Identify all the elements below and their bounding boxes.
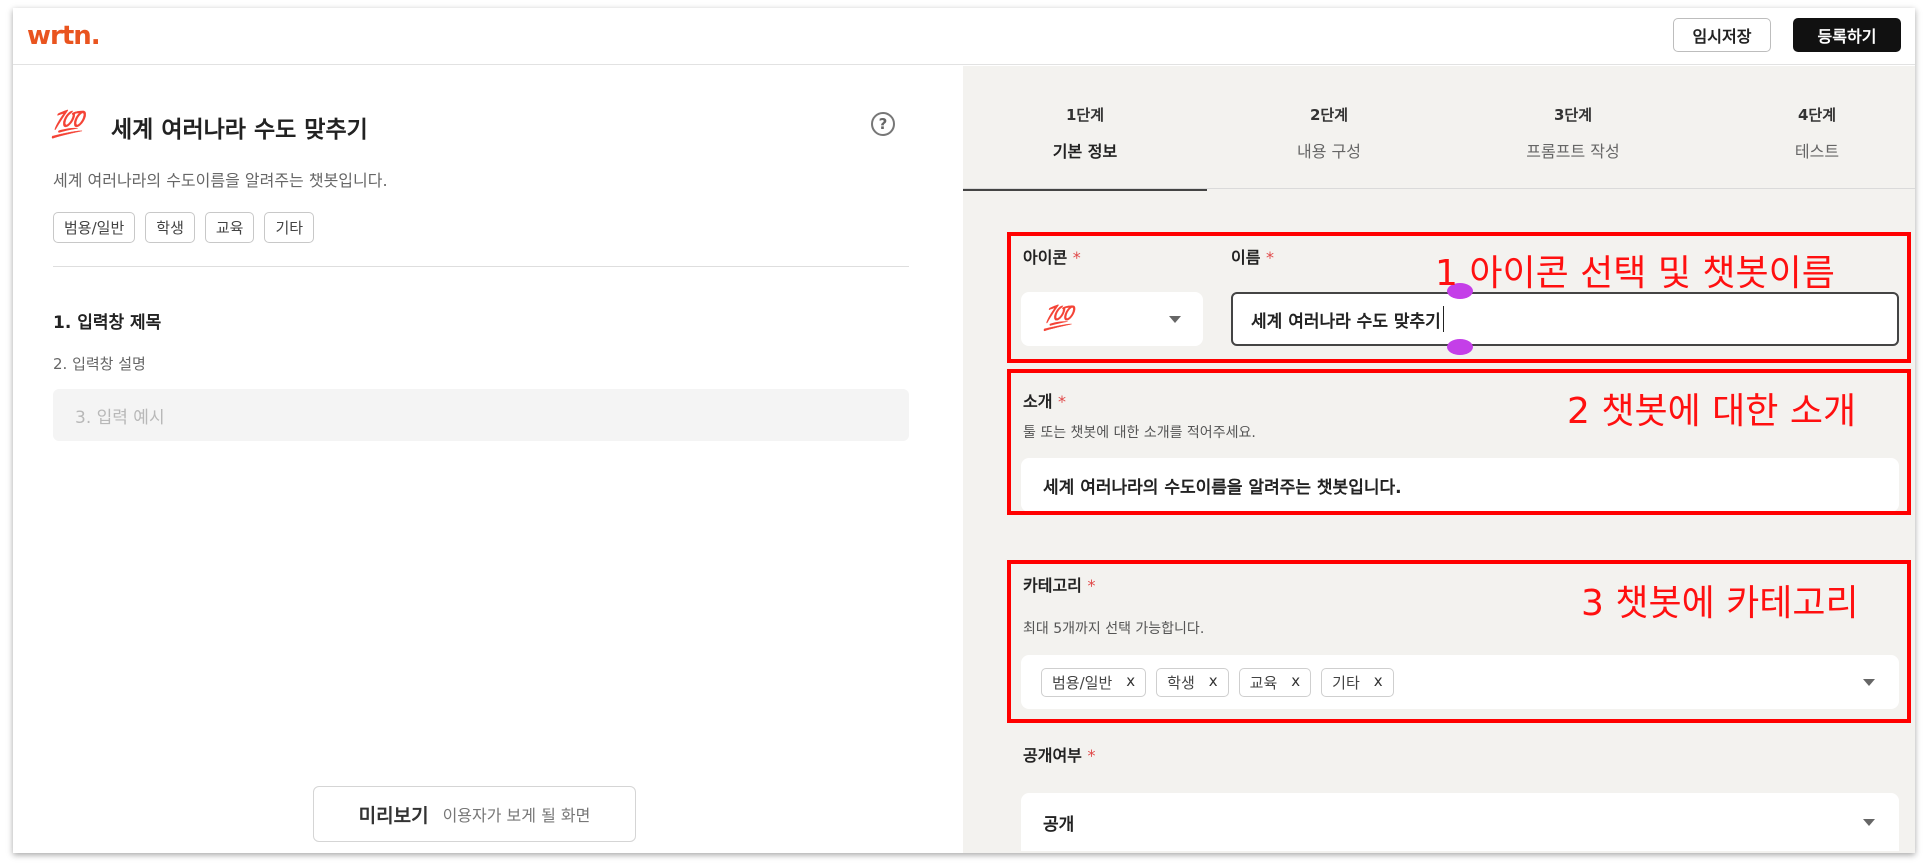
input-example-placeholder: 3. 입력 예시 (75, 407, 165, 428)
top-header: wrtn. 임시저장 등록하기 (13, 8, 1915, 65)
preview-button[interactable]: 미리보기 이용자가 보게 될 화면 (313, 786, 636, 842)
step-number: 4단계 (1797, 106, 1837, 124)
preview-button-sub: 이용자가 보게 될 화면 (442, 806, 591, 825)
preview-tags: 범용/일반 학생 교육 기타 (53, 212, 315, 243)
public-field-label: 공개여부 * (1023, 742, 1095, 766)
tab-step-2[interactable]: 2단계 내용 구성 (1207, 66, 1451, 188)
tabs-divider (963, 188, 1915, 189)
bot-description: 세계 여러나라의 수도이름을 알려주는 챗봇입니다. (53, 171, 388, 190)
tag: 학생 (145, 212, 195, 243)
divider (53, 266, 909, 267)
tag: 교육 (204, 212, 255, 243)
annotation-note-2: 2 챗봇에 대한 소개 (1567, 391, 1857, 432)
tag: 기타 (264, 212, 315, 243)
step-label: 내용 구성 (1297, 142, 1361, 161)
editor-panel: 1단계 기본 정보 2단계 내용 구성 3단계 프롬프트 작성 4단계 테스트 … (963, 66, 1915, 853)
step-number: 1단계 (1065, 106, 1105, 124)
annotation-note-1: 1 아이콘 선택 및 챗봇이름 (1435, 253, 1835, 294)
step-number: 3단계 (1553, 106, 1593, 124)
required-mark: * (1087, 746, 1096, 765)
wrtn-logo[interactable]: wrtn. (27, 21, 101, 51)
input-example-box[interactable]: 3. 입력 예시 (53, 389, 909, 441)
chevron-down-icon (1863, 819, 1875, 826)
preview-panel: 💯 세계 여러나라 수도 맞추기 ? 세계 여러나라의 수도이름을 알려주는 챗… (13, 66, 963, 853)
hundred-points-icon: 💯 (51, 110, 84, 140)
step-number: 2단계 (1309, 106, 1349, 124)
step-label: 프롬프트 작성 (1526, 142, 1620, 161)
app-window: wrtn. 임시저장 등록하기 💯 세계 여러나라 수도 맞추기 ? 세계 여러… (13, 8, 1915, 853)
preview-button-label: 미리보기 (358, 804, 429, 827)
register-button[interactable]: 등록하기 (1793, 18, 1901, 52)
step-label: 테스트 (1794, 142, 1840, 161)
public-select[interactable]: 공개 (1021, 793, 1899, 851)
step-tabs: 1단계 기본 정보 2단계 내용 구성 3단계 프롬프트 작성 4단계 테스트 (963, 66, 1915, 191)
public-value: 공개 (1043, 814, 1075, 835)
step-label: 기본 정보 (1052, 142, 1118, 161)
tab-step-1[interactable]: 1단계 기본 정보 (963, 66, 1207, 191)
tab-step-4[interactable]: 4단계 테스트 (1695, 66, 1915, 188)
public-label-text: 공개여부 (1023, 746, 1082, 765)
annotation-note-3: 3 챗봇에 카테고리 (1581, 583, 1859, 624)
temp-save-button[interactable]: 임시저장 (1673, 18, 1771, 52)
tag: 범용/일반 (53, 212, 136, 243)
help-icon[interactable]: ? (871, 112, 895, 136)
bot-title: 세계 여러나라 수도 맞추기 (111, 117, 368, 143)
input-description-field: 2. 입력창 설명 (53, 355, 146, 373)
tab-step-3[interactable]: 3단계 프롬프트 작성 (1451, 66, 1695, 188)
input-title-field: 1. 입력창 제목 (53, 313, 162, 333)
